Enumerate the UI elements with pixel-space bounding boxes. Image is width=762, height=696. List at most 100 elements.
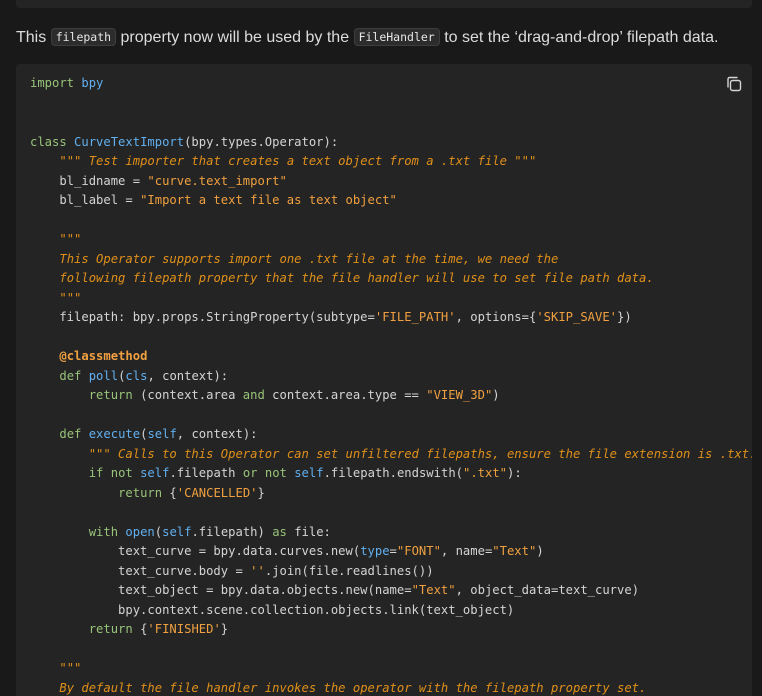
code-text: bpy.context.scene.collection.objects.lin…: [30, 602, 515, 617]
code-string: ".txt": [463, 466, 508, 480]
code-line: return {'FINISHED'}: [30, 620, 752, 640]
code-name: open: [125, 524, 155, 539]
paragraph-text: to set the ‘drag-and-drop’ filepath data…: [444, 29, 719, 46]
code-line: filepath: bpy.props.StringProperty(subty…: [30, 308, 752, 328]
code-string: "FONT": [396, 544, 441, 558]
code-text: , options={: [455, 310, 537, 324]
inline-code-filehandler: FileHandler: [353, 28, 440, 46]
code-comment: """: [59, 290, 82, 305]
paragraph: This filepath property now will be used …: [16, 26, 756, 49]
code-text: {: [132, 622, 148, 636]
code-keyword: and: [242, 388, 265, 402]
code-text: text_curve.body =: [30, 563, 251, 578]
code-text: .filepath.endswith(: [323, 466, 463, 480]
code-string: 'CANCELLED': [176, 485, 258, 500]
code-text: text_object = bpy.data.objects.new(name=: [30, 583, 412, 597]
code-content: import bpy class CurveTextImport(bpy.typ…: [30, 74, 752, 696]
code-line: """ Calls to this Operator can set unfil…: [30, 445, 752, 465]
code-line: bpy.context.scene.collection.objects.lin…: [30, 601, 752, 621]
code-string: '': [250, 563, 265, 578]
code-name: bpy: [81, 76, 104, 90]
code-comment: """: [59, 661, 82, 675]
code-name: self: [140, 466, 170, 480]
code-text: bl_label =: [30, 193, 141, 207]
code-name: poll: [88, 368, 119, 383]
code-text: file:: [286, 524, 331, 539]
code-name: execute: [88, 427, 141, 441]
code-text: , name=: [440, 544, 493, 558]
code-line: """: [30, 289, 752, 309]
code-line: text_curve.body = ''.join(file.readlines…: [30, 562, 752, 582]
code-line: bl_label = "Import a text file as text o…: [30, 191, 752, 211]
code-text: , context):: [176, 427, 258, 441]
code-line: text_curve = bpy.data.curves.new(type="F…: [30, 542, 752, 562]
code-text: bl_idname =: [30, 173, 148, 188]
code-text: {: [162, 485, 177, 500]
code-text: }: [257, 485, 265, 500]
paragraph-text: property now will be used by the: [120, 29, 350, 46]
code-line: return {'CANCELLED'}: [30, 484, 752, 504]
code-string: 'SKIP_SAVE': [536, 310, 618, 324]
code-text: (context.area: [132, 388, 243, 402]
inline-code-filepath: filepath: [50, 28, 117, 46]
code-text: ):: [507, 466, 522, 480]
code-keyword: return: [88, 388, 133, 402]
code-decorator: @classmethod: [59, 349, 148, 363]
code-line: def poll(cls, context):: [30, 367, 752, 387]
code-name: self: [294, 466, 324, 480]
code-line: This Operator supports import one .txt f…: [30, 250, 752, 270]
code-text: .filepath): [191, 524, 273, 539]
code-name: CurveTextImport: [74, 134, 185, 149]
code-line: with open(self.filepath) as file:: [30, 523, 752, 543]
code-comment: """ Test importer that creates a text ob…: [59, 154, 537, 168]
code-name: self: [162, 524, 192, 539]
code-text: ): [492, 388, 500, 402]
code-text: , context):: [147, 368, 229, 383]
code-string: "Text": [492, 544, 537, 558]
code-string: "curve.text_import": [147, 173, 287, 188]
code-block: import bpy class CurveTextImport(bpy.typ…: [16, 64, 752, 696]
code-line: text_object = bpy.data.objects.new(name=…: [30, 581, 752, 601]
code-line: By default the file handler invokes the …: [30, 679, 752, 696]
code-text: filepath: bpy.props.StringProperty(subty…: [30, 310, 375, 324]
code-text: .filepath: [169, 466, 243, 480]
code-name: type: [360, 544, 390, 558]
previous-code-block: [16, 0, 752, 8]
code-line: """: [30, 659, 752, 679]
code-line: def execute(self, context):: [30, 425, 752, 445]
code-line: return (context.area and context.area.ty…: [30, 386, 752, 406]
code-string: "VIEW_3D": [426, 388, 493, 402]
code-comment: """: [59, 232, 82, 246]
code-text: ): [536, 544, 544, 558]
code-text: }: [220, 622, 229, 636]
code-text: }): [617, 310, 632, 324]
code-string: 'FILE_PATH': [374, 310, 456, 324]
code-keyword: def: [59, 427, 82, 441]
code-text: (bpy.types.Operator):: [184, 134, 339, 149]
code-line: bl_idname = "curve.text_import": [30, 172, 752, 192]
paragraph-text: This: [16, 29, 47, 46]
code-line: @classmethod: [30, 347, 752, 367]
code-text: =: [389, 544, 397, 558]
